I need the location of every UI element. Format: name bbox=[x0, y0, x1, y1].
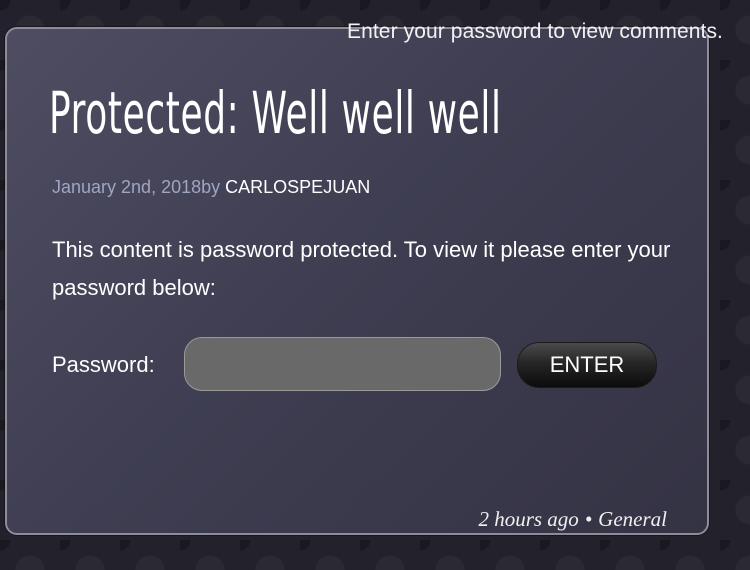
time-ago: 2 hours ago bbox=[478, 507, 579, 531]
post-panel: Protected: Well well well January 2nd, 2… bbox=[5, 27, 709, 535]
post-footer-meta: 2 hours ago • General bbox=[478, 505, 667, 533]
by-label: by bbox=[201, 177, 221, 197]
comments-password-notice: Enter your password to view comments. bbox=[346, 20, 723, 43]
post-date: January 2nd, 2018 bbox=[52, 177, 202, 197]
category-link[interactable]: General bbox=[598, 507, 667, 531]
post-meta: January 2nd, 2018by CARLOSPEJUAN bbox=[52, 175, 370, 199]
protected-content-message: This content is password protected. To v… bbox=[52, 237, 671, 300]
meta-separator: • bbox=[584, 507, 593, 531]
enter-button[interactable]: ENTER bbox=[517, 342, 657, 388]
password-label: Password: bbox=[52, 352, 155, 377]
post-title: Protected: Well well well bbox=[49, 79, 502, 147]
author-link[interactable]: CARLOSPEJUAN bbox=[225, 177, 370, 197]
password-input[interactable] bbox=[184, 337, 501, 391]
